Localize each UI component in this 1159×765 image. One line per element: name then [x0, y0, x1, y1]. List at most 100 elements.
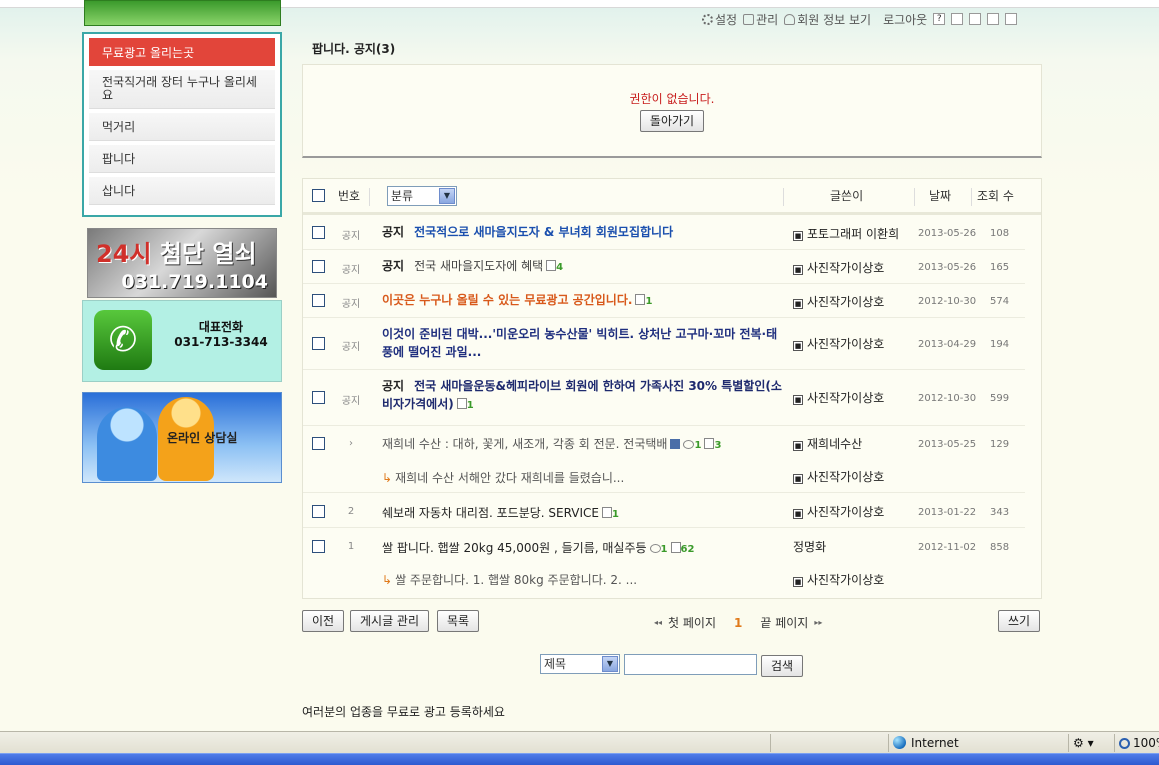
- category-select[interactable]: 분류 ▼: [387, 185, 457, 206]
- header-divider: [971, 188, 972, 206]
- list-view-icon[interactable]: [969, 13, 982, 25]
- lock-icon: [743, 13, 755, 25]
- reply-title-link[interactable]: 재희네 수산 서해안 갔다 재희네를 들렸습니...: [395, 471, 624, 485]
- settings-icon: ⚙ ▾: [1073, 736, 1094, 750]
- comment-count: 4: [556, 262, 564, 273]
- sidebar-item-direct-market[interactable]: 전국직거래 장터 누구나 올리세요: [89, 70, 275, 109]
- sidebar-item-sell[interactable]: 팝니다: [89, 145, 275, 173]
- permission-error-text: 권한이 없습니다.: [629, 92, 715, 106]
- first-page-link[interactable]: 첫 페이지: [668, 614, 716, 631]
- phone-icon: ✆: [94, 310, 152, 370]
- table-row: 공지 공지 전국 새마을지도자에 혜택 4 ■ 사진작가이상호 2013-05-26 …: [303, 250, 1025, 284]
- site-logo[interactable]: [84, 0, 281, 26]
- row-checkbox[interactable]: [312, 540, 325, 553]
- search-field-select[interactable]: 제목 ▼: [540, 654, 620, 674]
- browser-status-bar: Internet ⚙ ▾ 100%: [0, 731, 1159, 753]
- manage-posts-button[interactable]: 게시글 관리: [350, 610, 430, 632]
- board-header-row: 번호 분류 ▼ 글쓴이 날짜 조회 수: [303, 179, 1041, 215]
- double-chevron-left-icon: ◂◂: [654, 618, 663, 627]
- prev-button[interactable]: 이전: [302, 610, 345, 632]
- pagination: ◂◂ 첫 페이지 1 끝 페이지 ▸▸: [654, 614, 822, 631]
- page-title: 팝니다. 공지(3): [312, 42, 396, 56]
- writer-name[interactable]: ■ 사진작가이상호: [793, 259, 884, 276]
- select-all-checkbox[interactable]: [312, 189, 325, 202]
- post-title-link[interactable]: 쌀 팝니다. 햅쌀 20kg 45,000원 , 들기름, 매실주등: [382, 541, 647, 555]
- list-button[interactable]: 목록: [437, 610, 480, 632]
- table-row: ↳ 재희네 수산 서해안 갔다 재희네를 들렸습니... ■ 사진작가이상호: [303, 460, 1025, 493]
- ad1-phone: 031.719.1104: [121, 271, 268, 293]
- webzine-view-icon[interactable]: [987, 13, 1000, 25]
- current-page[interactable]: 1: [734, 616, 742, 630]
- post-title-link[interactable]: 쉐보래 자동차 대리점. 포드분당. SERVICE: [382, 506, 599, 520]
- writer-name[interactable]: ■ 사진작가이상호: [793, 389, 884, 406]
- comment-count: 62: [680, 544, 695, 555]
- status-pane: [770, 734, 888, 752]
- table-row: 공지 공지 전국적으로 새마을지도자 & 부녀회 회원모집합니다 ■ 포토그래퍼 이…: [303, 216, 1025, 250]
- sidebar-item-free-ad[interactable]: 무료광고 올리는곳: [89, 38, 275, 66]
- writer-name[interactable]: 정명화: [793, 538, 826, 555]
- post-title-link[interactable]: 전국 새마을운동&헤피라이브 회원에 한하여 가족사진 30% 특별할인(소비자…: [382, 379, 782, 411]
- writer-name[interactable]: ■ 사진작가이상호: [793, 335, 884, 352]
- comment-count: 1: [466, 400, 474, 411]
- chat-bubble-icon: [649, 544, 661, 553]
- comment-icon: [670, 542, 681, 553]
- header-views[interactable]: 조회 수: [977, 187, 1014, 204]
- post-title-link[interactable]: 이것이 준비된 대박...'미운오리 농수산물' 빅히트. 상처난 고구마·꼬마…: [382, 327, 777, 359]
- ad1-title: 첨단 열쇠: [159, 240, 257, 268]
- admin-link[interactable]: 관리: [743, 11, 778, 28]
- post-title-link[interactable]: 이곳은 누구나 올릴 수 있는 무료광고 공간입니다.: [382, 293, 632, 307]
- table-row: 공지 공지 전국 새마을운동&헤피라이브 회원에 한하여 가족사진 30% 특별할…: [303, 370, 1025, 426]
- post-title-link[interactable]: 전국적으로 새마을지도자 & 부녀회 회원모집합니다: [414, 225, 673, 239]
- locksmith-ad-banner[interactable]: 24시 첨단 열쇠 031.719.1104: [87, 228, 277, 298]
- header-divider: [369, 188, 370, 206]
- row-checkbox[interactable]: [312, 294, 325, 307]
- gallery-view-icon[interactable]: [1005, 13, 1018, 25]
- comment-icon: [635, 294, 646, 305]
- reply-title-link[interactable]: 쌀 주문합니다. 1. 햅쌀 80kg 주문합니다. 2. ...: [395, 573, 637, 587]
- back-button[interactable]: 돌아가기: [639, 110, 705, 132]
- row-checkbox[interactable]: [312, 337, 325, 350]
- row-checkbox[interactable]: [312, 391, 325, 404]
- post-title-link[interactable]: 전국 새마을지도자에 혜택: [414, 259, 543, 273]
- member-icon: ■: [793, 299, 803, 309]
- sidebar-item-buy[interactable]: 삽니다: [89, 177, 275, 205]
- last-page-link[interactable]: 끝 페이지: [760, 614, 808, 631]
- search-input[interactable]: [624, 654, 757, 675]
- ad1-24h: 24시: [96, 240, 152, 268]
- top-nav: 설정 관리 회원 정보 보기 로그아웃 ?: [702, 11, 1018, 28]
- table-row: 공지 이곳은 누구나 올릴 수 있는 무료광고 공간입니다. 1 ■ 사진작가이상호…: [303, 284, 1025, 318]
- writer-name[interactable]: ■ 포토그래퍼 이환희: [793, 225, 899, 242]
- writer-name[interactable]: ■ 사진작가이상호: [793, 503, 884, 520]
- write-button[interactable]: 쓰기: [998, 610, 1041, 632]
- comment-count: 1: [612, 509, 619, 520]
- search-button[interactable]: 검색: [761, 655, 804, 677]
- help-icon[interactable]: ?: [933, 13, 946, 25]
- sidebar-item-food[interactable]: 먹거리: [89, 113, 275, 141]
- logout-link[interactable]: 로그아웃: [883, 11, 927, 28]
- writer-name[interactable]: ■ 사진작가이상호: [793, 571, 884, 588]
- row-checkbox[interactable]: [312, 437, 325, 450]
- writer-name[interactable]: ■ 사진작가이상호: [793, 468, 884, 485]
- settings-link[interactable]: 설정: [702, 11, 737, 28]
- post-title-link[interactable]: 재희네 수산 : 대하, 꽃게, 새조개, 각종 회 전문. 전국택배: [382, 437, 667, 451]
- member-icon: ■: [793, 341, 803, 351]
- writer-name[interactable]: ■ 사진작가이상호: [793, 293, 884, 310]
- permission-message-box: 권한이 없습니다. 돌아가기: [302, 64, 1042, 158]
- header-divider: [914, 188, 915, 206]
- row-checkbox[interactable]: [312, 505, 325, 518]
- rss-icon[interactable]: [951, 13, 964, 25]
- zoom-level[interactable]: 100%: [1114, 734, 1159, 752]
- comment-count: 1: [645, 296, 653, 307]
- double-chevron-right-icon: ▸▸: [814, 618, 823, 627]
- writer-name[interactable]: ■ 재희네수산: [793, 435, 862, 452]
- row-checkbox[interactable]: [312, 260, 325, 273]
- phone-contact-banner[interactable]: ✆ 대표전화 031-713-3344: [82, 300, 282, 382]
- protected-mode-toggle[interactable]: ⚙ ▾: [1068, 734, 1112, 752]
- security-zone: Internet: [888, 734, 1064, 752]
- online-consult-banner[interactable]: 온라인 상담실: [82, 392, 282, 483]
- header-number: 번호: [338, 189, 361, 203]
- row-checkbox[interactable]: [312, 226, 325, 239]
- globe-icon: [893, 736, 906, 749]
- footer-note: 여러분의 업종을 무료로 광고 등록하세요: [302, 705, 505, 719]
- member-info-link[interactable]: 회원 정보 보기: [784, 11, 871, 28]
